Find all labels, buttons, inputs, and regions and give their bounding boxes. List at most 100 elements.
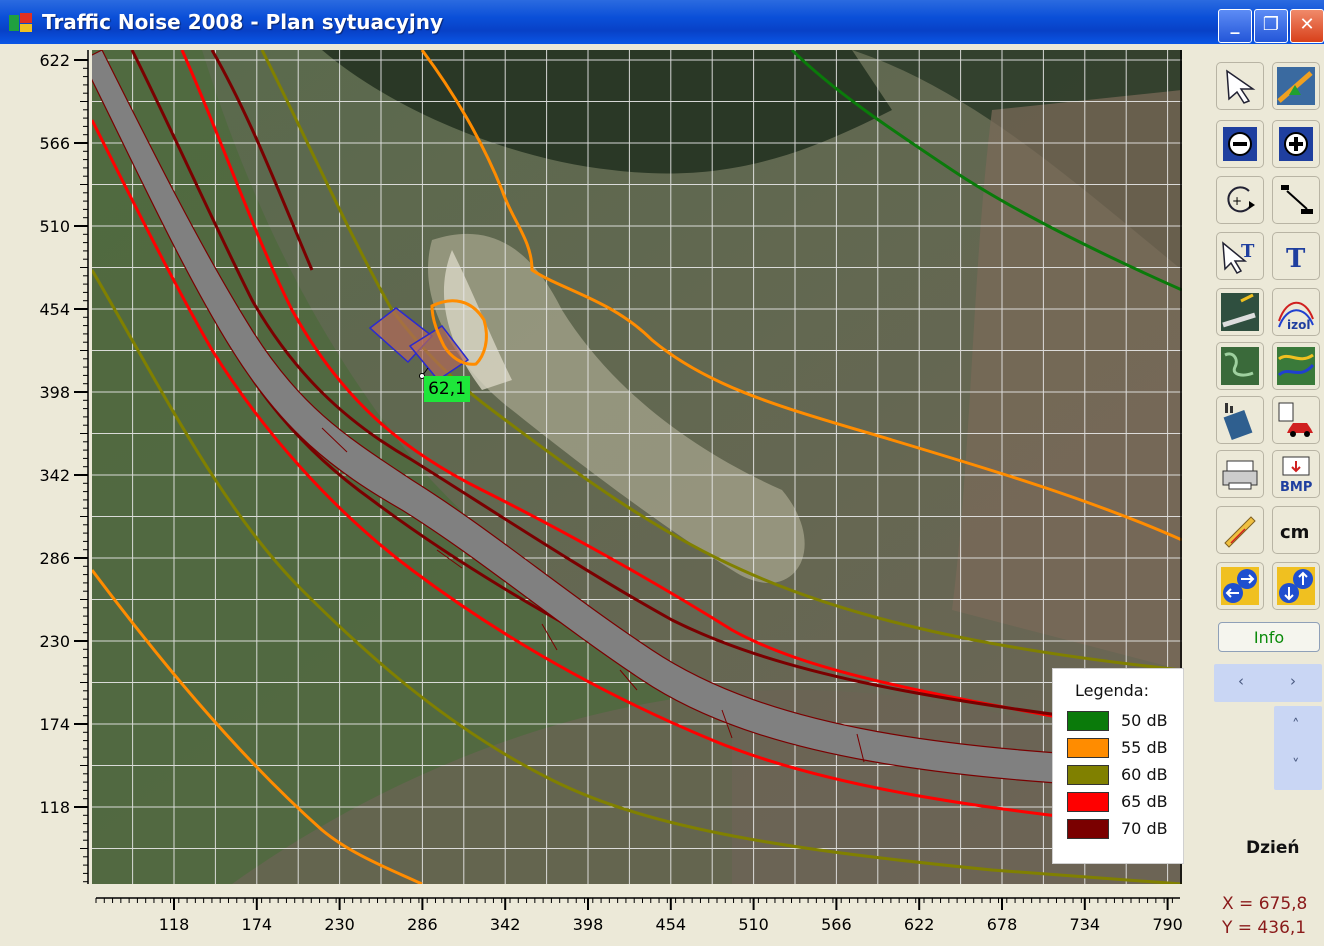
restore-icon: ❐ (1262, 14, 1280, 35)
legend-item-50db: 50 dB (1067, 709, 1179, 733)
add-text-button[interactable]: T (1272, 232, 1320, 280)
horizontal-arrows-icon (1221, 567, 1259, 605)
time-of-day-mode[interactable]: Dzień (1246, 838, 1299, 858)
vertical-arrows-icon (1277, 567, 1315, 605)
x-axis-tick-label: 174 (242, 915, 273, 934)
vertical-scroller[interactable]: ˄ ˅ (1274, 706, 1322, 790)
select-text-button[interactable]: T (1216, 232, 1264, 280)
x-axis-tick-label: 734 (1070, 915, 1101, 934)
zoom-out-icon (1223, 127, 1257, 161)
info-button[interactable]: Info (1218, 622, 1320, 652)
zoom-in-button[interactable] (1272, 120, 1320, 168)
draw-object-tool-button[interactable] (1272, 62, 1320, 110)
x-axis-ruler: 118 174 230 286 342 398 454 510 566 622 678 734 790 (0, 884, 1210, 942)
situation-plan[interactable] (92, 50, 1182, 884)
legend-item-60db: 60 dB (1067, 763, 1179, 787)
svg-text:izol: izol (1287, 318, 1310, 332)
x-axis-tick-label: 454 (656, 915, 687, 934)
printer-icon (1222, 460, 1258, 490)
cm-unit-icon: cm (1280, 522, 1309, 543)
svg-text:+: + (1232, 194, 1242, 208)
y-axis-tick-label: 118 (39, 798, 70, 817)
x-axis-ruler-graphic: 118 174 230 286 342 398 454 510 566 622 678 734 790 (95, 897, 1183, 934)
measure-distance-button[interactable] (1272, 176, 1320, 224)
close-button[interactable]: ✕ (1290, 9, 1324, 43)
y-coordinate-readout: Y = 436,1 (1222, 918, 1307, 938)
y-axis-tick-label: 566 (39, 134, 70, 153)
x-axis-tick-label: 622 (904, 915, 935, 934)
close-icon: ✕ (1299, 14, 1315, 35)
horizontal-scroller[interactable]: ‹ › (1214, 664, 1322, 702)
svg-text:cm: cm (1280, 522, 1309, 543)
x-axis-tick-label: 510 (738, 915, 769, 934)
title-bar[interactable]: Traffic Noise 2008 - Plan sytuacyjny _ ❐… (0, 0, 1324, 44)
terrain-edit-button[interactable] (1216, 288, 1264, 336)
legend-label: 55 dB (1121, 738, 1168, 757)
distance-arrow-icon (1281, 185, 1313, 214)
x-axis-tick-label: 342 (490, 915, 521, 934)
x-axis-tick-label: 790 (1152, 915, 1183, 934)
scroll-up-icon[interactable]: ˄ (1292, 716, 1300, 734)
legend-swatch (1067, 819, 1109, 839)
x-axis-tick-label: 230 (324, 915, 355, 934)
x-axis-tick-label: 118 (159, 915, 190, 934)
units-cm-button[interactable]: cm (1272, 506, 1320, 554)
text-icon: T (1286, 244, 1306, 274)
svg-text:BMP: BMP (1280, 480, 1312, 495)
x-axis-tick-label: 398 (573, 915, 604, 934)
print-button[interactable] (1216, 450, 1264, 498)
zoom-out-button[interactable] (1216, 120, 1264, 168)
isoline-icon: izol (1278, 301, 1314, 332)
pointer-text-icon: T (1222, 241, 1255, 274)
map-view-button[interactable] (1216, 342, 1264, 390)
scroll-down-icon[interactable]: ˅ (1292, 756, 1300, 774)
y-axis-ruler-graphic: 62256651045439834228623017411862 (39, 50, 89, 900)
vehicle-traffic-button[interactable] (1272, 396, 1320, 444)
legend-panel: Legenda: 50 dB 55 dB 60 dB 65 dB 70 dB (1052, 668, 1184, 864)
y-axis-tick-label: 398 (39, 383, 70, 402)
measurement-point-label[interactable]: 62,1 (424, 376, 470, 402)
rotate-tool-button[interactable]: + (1216, 176, 1264, 224)
isoline-button[interactable]: izol (1272, 288, 1320, 336)
x-axis-tick-label: 678 (987, 915, 1018, 934)
x-coordinate-readout: X = 675,8 (1222, 894, 1308, 914)
contour-map-button[interactable] (1272, 342, 1320, 390)
y-axis-tick-label: 510 (39, 217, 70, 236)
legend-label: 60 dB (1121, 765, 1168, 784)
ruler-terrain-icon (1221, 293, 1259, 331)
export-bmp-icon: BMP (1280, 456, 1312, 495)
select-tool-button[interactable] (1216, 62, 1264, 110)
legend-item-55db: 55 dB (1067, 736, 1179, 760)
minimize-button[interactable]: _ (1218, 9, 1252, 43)
y-axis-tick-label: 230 (39, 632, 70, 651)
legend-item-65db: 65 dB (1067, 790, 1179, 814)
y-axis-ruler: 62256651045439834228623017411862 (0, 44, 92, 900)
y-axis-tick-label: 454 (39, 300, 70, 319)
legend-item-70db: 70 dB (1067, 817, 1179, 841)
scroll-right-icon[interactable]: › (1290, 672, 1296, 690)
calculate-button[interactable] (1216, 396, 1264, 444)
x-axis-tick-label: 566 (821, 915, 852, 934)
legend-title: Legenda: (1075, 681, 1149, 700)
scroll-left-icon[interactable]: ‹ (1238, 672, 1244, 690)
world-map-icon (1221, 347, 1259, 385)
export-bmp-button[interactable]: BMP (1272, 450, 1320, 498)
y-axis-tick-label: 342 (39, 466, 70, 485)
x-axis-tick-label: 286 (407, 915, 438, 934)
legend-label: 50 dB (1121, 711, 1168, 730)
map-canvas[interactable] (92, 50, 1182, 884)
legend-swatch (1067, 711, 1109, 731)
map-pencil-icon (1277, 67, 1315, 105)
pan-horizontal-button[interactable] (1216, 562, 1264, 610)
ruler-button[interactable] (1216, 506, 1264, 554)
pointer-arrow-icon (1226, 69, 1256, 104)
pan-vertical-button[interactable] (1272, 562, 1320, 610)
y-axis-tick-label: 286 (39, 549, 70, 568)
zoom-in-icon (1279, 127, 1313, 161)
calculator-icon (1223, 403, 1253, 441)
minimize-icon: _ (1230, 14, 1240, 35)
legend-label: 70 dB (1121, 819, 1168, 838)
restore-button[interactable]: ❐ (1254, 9, 1288, 43)
contour-map-icon (1277, 347, 1315, 385)
legend-swatch (1067, 738, 1109, 758)
